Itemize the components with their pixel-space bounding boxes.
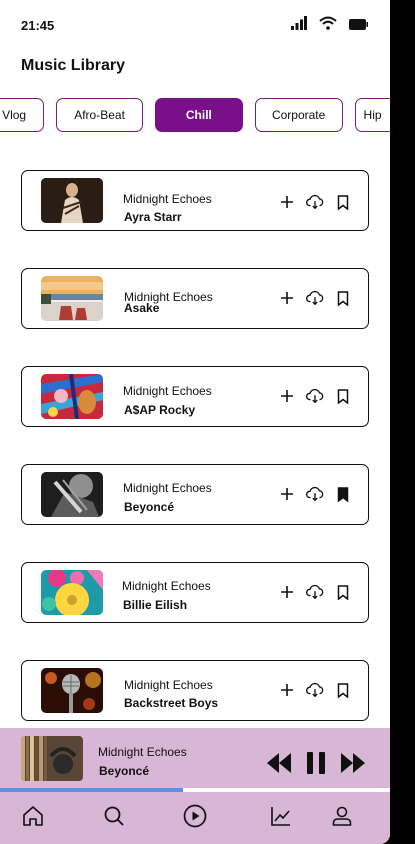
chip-hip[interactable]: Hip	[354, 98, 390, 132]
add-icon[interactable]	[278, 583, 296, 601]
add-icon[interactable]	[278, 193, 296, 211]
add-icon[interactable]	[278, 485, 296, 503]
album-art	[41, 472, 103, 517]
chip-label: Corporate	[271, 108, 326, 122]
signal-icon	[291, 16, 307, 35]
track-artist: A$AP Rocky	[124, 403, 196, 417]
track-artist: Ayra Starr	[124, 210, 182, 224]
page-title: Music Library	[21, 57, 126, 74]
bookmark-icon[interactable]	[334, 681, 352, 699]
album-art	[41, 276, 103, 321]
track-actions	[278, 485, 352, 503]
player-controls	[266, 752, 366, 779]
status-icons	[291, 16, 368, 35]
add-icon[interactable]	[278, 387, 296, 405]
cloud-download-icon[interactable]	[306, 583, 324, 601]
album-art	[41, 374, 103, 419]
wifi-icon	[319, 16, 337, 35]
chip-label: Hip	[363, 108, 382, 122]
track-artist: Asake	[124, 301, 160, 315]
cloud-download-icon[interactable]	[306, 485, 324, 503]
track-artist: Backstreet Boys	[124, 696, 219, 710]
bookmark-filled-icon[interactable]	[334, 485, 352, 503]
now-playing-bar[interactable]: Midnight Echoes Beyoncé	[0, 728, 390, 790]
add-icon[interactable]	[278, 289, 296, 307]
nav-player[interactable]	[183, 804, 207, 833]
status-time: 21:45	[21, 18, 55, 33]
chart-icon	[270, 805, 292, 832]
track-actions	[278, 681, 352, 699]
track-actions	[278, 289, 352, 307]
now-playing-art	[21, 736, 83, 781]
search-icon	[103, 805, 125, 832]
next-icon[interactable]	[340, 752, 366, 779]
track-card[interactable]: Midnight Echoes Billie Eilish	[21, 562, 369, 623]
chip-vlog[interactable]: Vlog	[0, 98, 45, 132]
bookmark-icon[interactable]	[334, 583, 352, 601]
track-card[interactable]: Midnight Echoes Backstreet Boys	[21, 660, 369, 721]
profile-icon	[331, 805, 353, 832]
bottom-nav	[0, 792, 390, 844]
bookmark-icon[interactable]	[334, 387, 352, 405]
track-actions	[278, 387, 352, 405]
nav-profile[interactable]	[330, 806, 354, 830]
track-card[interactable]: Midnight Echoes Ayra Starr	[21, 170, 369, 231]
cloud-download-icon[interactable]	[306, 681, 324, 699]
nav-search[interactable]	[102, 806, 126, 830]
track-song: Midnight Echoes	[123, 481, 212, 495]
home-icon	[22, 805, 44, 832]
cloud-download-icon[interactable]	[306, 289, 324, 307]
chip-corporate[interactable]: Corporate	[254, 98, 343, 132]
album-art	[41, 570, 103, 615]
bookmark-icon[interactable]	[334, 193, 352, 211]
track-song: Midnight Echoes	[124, 678, 213, 692]
track-artist: Beyoncé	[124, 500, 175, 514]
nav-home[interactable]	[21, 805, 45, 832]
phone-screen: 21:45 Music Library Vlog Afro-Beat Chill…	[0, 0, 390, 844]
album-art	[41, 668, 103, 713]
play-circle-icon	[183, 804, 207, 833]
track-actions	[278, 583, 352, 601]
status-bar: 21:45	[0, 0, 390, 50]
add-icon[interactable]	[278, 681, 296, 699]
album-art	[41, 178, 103, 223]
cloud-download-icon[interactable]	[306, 193, 324, 211]
track-card[interactable]: Midnight Echoes Beyoncé	[21, 464, 369, 525]
track-song: Midnight Echoes	[123, 384, 212, 398]
previous-icon[interactable]	[266, 752, 292, 779]
now-playing-song: Midnight Echoes	[98, 745, 187, 759]
track-song: Midnight Echoes	[123, 192, 212, 206]
chip-afro-beat[interactable]: Afro-Beat	[56, 98, 143, 132]
cloud-download-icon[interactable]	[306, 387, 324, 405]
track-card[interactable]: Midnight Echoes Asake	[21, 268, 369, 329]
chip-chill[interactable]: Chill	[154, 98, 243, 132]
nav-stats[interactable]	[269, 806, 293, 830]
chip-label: Afro-Beat	[74, 108, 125, 122]
track-artist: Billie Eilish	[123, 598, 188, 612]
chip-label: Chill	[185, 108, 212, 122]
pause-icon[interactable]	[306, 752, 326, 779]
track-actions	[278, 193, 352, 211]
genre-chips: Vlog Afro-Beat Chill Corporate Hip	[0, 98, 390, 134]
chip-label: Vlog	[2, 108, 27, 122]
track-card[interactable]: Midnight Echoes A$AP Rocky	[21, 366, 369, 427]
now-playing-artist: Beyoncé	[99, 764, 150, 778]
track-song: Midnight Echoes	[122, 579, 211, 593]
battery-icon	[349, 17, 368, 35]
bookmark-icon[interactable]	[334, 289, 352, 307]
